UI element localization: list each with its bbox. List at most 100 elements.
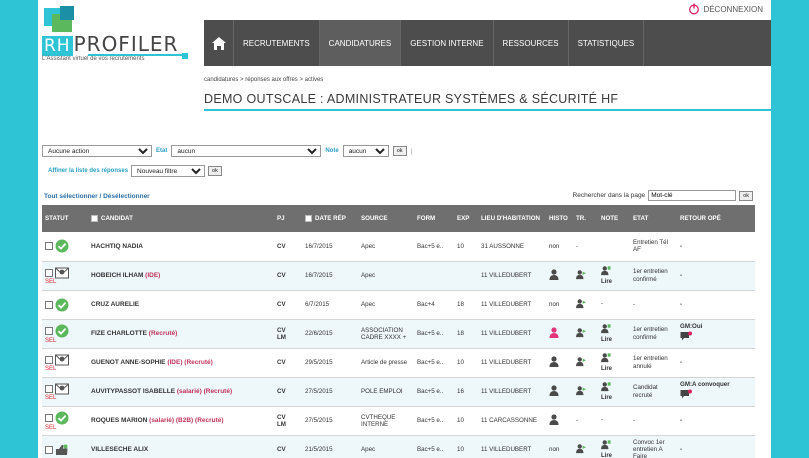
table-row[interactable]: SEL HOBEICH ILHAM (IDE) CV 16/7/2015 Ape… (42, 261, 755, 291)
note-select[interactable]: aucun (342, 145, 389, 157)
tr-cell[interactable] (573, 377, 598, 407)
candidate-name[interactable]: HOBEICH ILHAM (91, 272, 143, 279)
table-row[interactable]: VILLESECHE ALIX CV 21/5/2015 Apec Bac+5 … (42, 435, 755, 458)
nav-ressources[interactable]: RESSOURCES (494, 20, 569, 66)
candidate-name-cell[interactable]: AUVITYPASSOT ISABELLE (salarié) (Recruté… (88, 377, 274, 407)
candidate-name-cell[interactable]: FIZE CHARLOTTE (Recruté) (88, 319, 274, 349)
histo-cell[interactable] (546, 377, 573, 407)
pj-cell[interactable]: CV (274, 290, 302, 320)
tr-cell[interactable] (573, 348, 598, 378)
candidate-name[interactable]: VILLESECHE ALIX (91, 446, 148, 453)
candidate-name-cell[interactable]: GUENOT ANNE-SOPHIE (IDE) (Recruté) (88, 348, 274, 378)
row-checkbox[interactable] (45, 300, 53, 309)
col-lieu[interactable]: LIEU D'HABITATION (478, 205, 546, 232)
nav-recrutements[interactable]: RECRUTEMENTS (234, 20, 320, 66)
table-row[interactable]: SEL ROQUES MARION (salarié) (B2B) (Recru… (42, 406, 755, 436)
histo-cell[interactable] (546, 348, 573, 378)
col-note[interactable]: NOTE (598, 205, 630, 232)
filter-ok-button[interactable]: ok (392, 146, 407, 156)
logout-link[interactable]: DÉCONNEXION (688, 3, 763, 15)
refine-select[interactable]: Nouveau filtre (131, 165, 206, 177)
nav-gestion-interne[interactable]: GESTION INTERNE (401, 20, 494, 66)
pj-cell[interactable]: CV (274, 348, 302, 378)
search-input[interactable] (648, 190, 737, 201)
select-all-link[interactable]: Tout sélectionner / Désélectionner (44, 193, 150, 200)
col-exp[interactable]: EXP (454, 205, 478, 232)
histo-cell[interactable]: non (546, 232, 573, 262)
row-checkbox[interactable] (45, 445, 53, 454)
histo-cell[interactable] (546, 319, 573, 349)
table-row[interactable]: HACHTIQ NADIA CV 16/7/2015 Apec Bac+5 e.… (42, 232, 755, 262)
histo-cell[interactable]: non (546, 435, 573, 458)
refine-ok-button[interactable]: ok (208, 166, 222, 176)
col-source[interactable]: SOURCE (358, 205, 414, 232)
tr-cell[interactable] (573, 319, 598, 349)
col-histo[interactable]: HISTO (546, 205, 573, 232)
col-date[interactable]: DATE RÉP (302, 205, 358, 232)
candidate-name-cell[interactable]: CRUZ AURELIE (88, 290, 274, 320)
row-checkbox[interactable] (45, 242, 53, 251)
col-retour[interactable]: RETOUR OPÉ (677, 205, 755, 232)
tr-cell[interactable] (573, 261, 598, 291)
note-label: Note (325, 148, 339, 154)
action-select[interactable]: Aucune action (42, 145, 152, 157)
col-tr[interactable]: TR. (573, 205, 598, 232)
note-cell[interactable]: Lire (598, 261, 630, 291)
breadcrumb[interactable]: candidatures > réponses aux offres > act… (204, 77, 323, 83)
sort-icon (91, 214, 98, 222)
table-row[interactable]: CRUZ AURELIE CV 6/7/2015 Apec Bac+4 18 1… (42, 290, 755, 320)
note-cell[interactable]: Lire (598, 319, 630, 349)
row-checkbox[interactable] (45, 355, 53, 364)
etat-cell: - (630, 290, 677, 320)
candidate-name-cell[interactable]: HOBEICH ILHAM (IDE) (88, 261, 274, 291)
candidate-name[interactable]: HACHTIQ NADIA (91, 243, 143, 250)
candidate-name-cell[interactable]: ROQUES MARION (salarié) (B2B) (Recruté) (88, 406, 274, 436)
candidate-name-cell[interactable]: VILLESECHE ALIX (88, 435, 274, 458)
note-cell[interactable]: Lire (598, 377, 630, 407)
nav-statistiques[interactable]: STATISTIQUES (569, 20, 645, 66)
tr-cell[interactable] (573, 290, 598, 320)
candidate-name[interactable]: CRUZ AURELIE (91, 301, 139, 308)
candidate-name[interactable]: AUVITYPASSOT ISABELLE (91, 388, 175, 395)
row-checkbox[interactable] (45, 384, 53, 393)
histo-cell[interactable]: non (546, 290, 573, 320)
candidate-name[interactable]: ROQUES MARION (91, 417, 147, 424)
pj-cell[interactable]: CV (274, 261, 302, 291)
search-ok-button[interactable]: ok (739, 190, 753, 201)
note-cell[interactable]: Lire (598, 435, 630, 458)
candidate-name-cell[interactable]: HACHTIQ NADIA (88, 232, 274, 262)
candidate-name[interactable]: GUENOT ANNE-SOPHIE (91, 359, 166, 366)
col-statut[interactable]: STATUT (42, 205, 88, 232)
table-row[interactable]: SEL FIZE CHARLOTTE (Recruté) CV LM 22/6/… (42, 319, 755, 349)
note-cell[interactable]: - (598, 406, 630, 436)
tr-cell[interactable]: - (573, 232, 598, 262)
pj-cell[interactable]: CV (274, 377, 302, 407)
row-checkbox[interactable] (45, 268, 53, 277)
col-form[interactable]: FORM (414, 205, 454, 232)
histo-cell[interactable] (546, 261, 573, 291)
pj-cell[interactable]: CV LM (274, 406, 302, 436)
tr-cell[interactable] (573, 435, 598, 458)
col-etat[interactable]: ETAT (630, 205, 677, 232)
col-pj[interactable]: PJ (274, 205, 302, 232)
row-checkbox[interactable] (45, 413, 53, 422)
etat-select[interactable]: aucun (171, 145, 322, 157)
rh-profiler-logo[interactable]: RH PROFILER L'Assistant virtuel de vos re… (42, 4, 192, 64)
table-row[interactable]: SEL AUVITYPASSOT ISABELLE (salarié) (Rec… (42, 377, 755, 407)
pj-cell[interactable]: CV LM (274, 319, 302, 349)
note-cell[interactable]: - (598, 290, 630, 320)
row-checkbox[interactable] (45, 326, 53, 335)
table-row[interactable]: SEL GUENOT ANNE-SOPHIE (IDE) (Recruté) C… (42, 348, 755, 378)
status-icon-slot (55, 298, 69, 311)
form-cell (414, 261, 454, 291)
histo-cell[interactable] (546, 406, 573, 436)
nav-candidatures[interactable]: CANDIDATURES (319, 20, 402, 66)
home-button[interactable] (204, 20, 234, 66)
candidate-name[interactable]: FIZE CHARLOTTE (91, 330, 147, 337)
col-candidat[interactable]: CANDIDAT (88, 205, 274, 232)
pj-cell[interactable]: CV (274, 232, 302, 262)
pj-cell[interactable]: CV (274, 435, 302, 458)
note-cell[interactable] (598, 232, 630, 262)
note-cell[interactable]: Lire (598, 348, 630, 378)
tr-cell[interactable]: - (573, 406, 598, 436)
